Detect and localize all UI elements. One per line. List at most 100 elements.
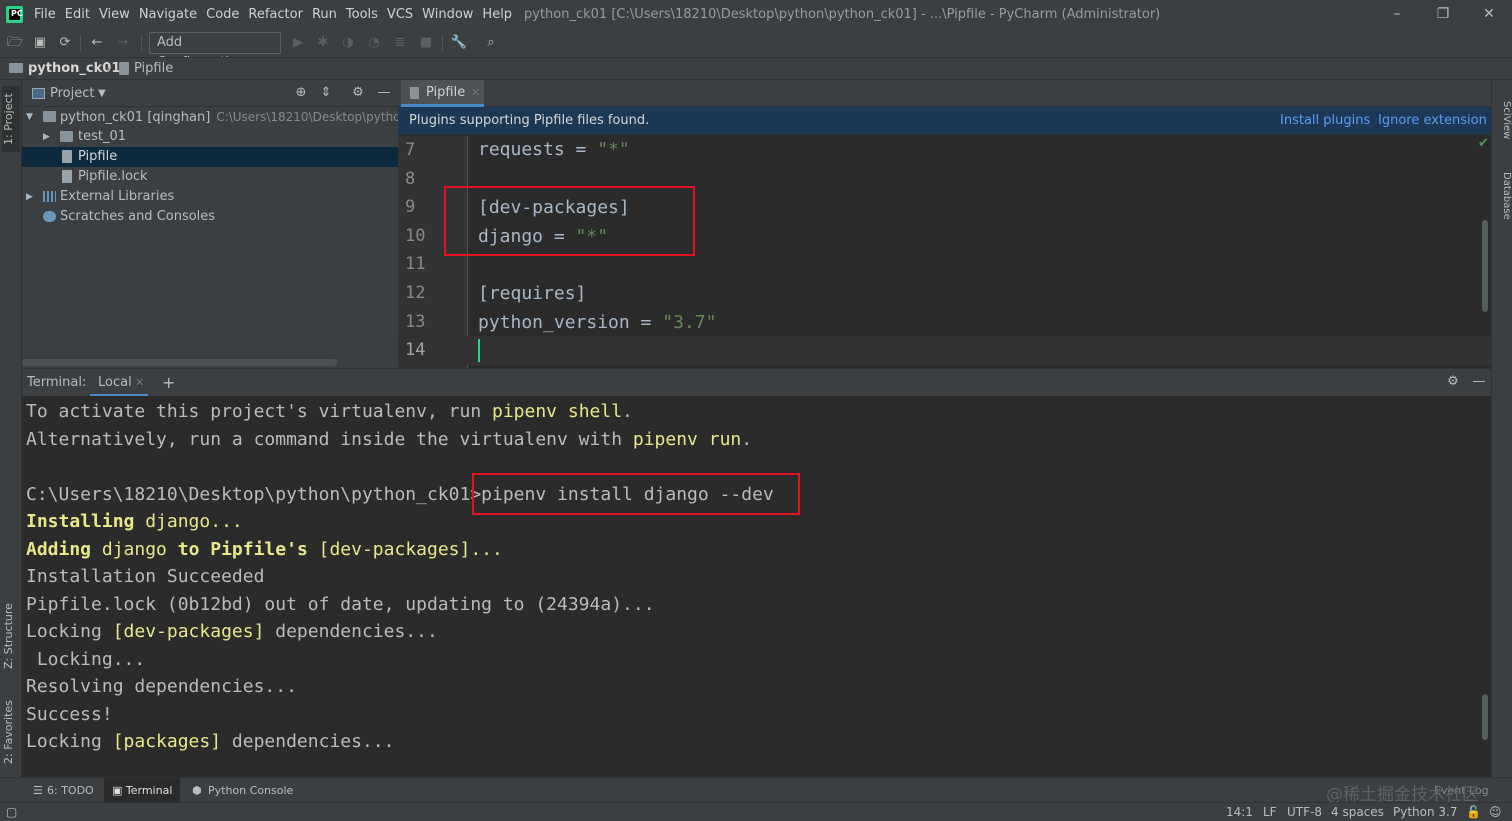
- menu-file[interactable]: File: [34, 0, 56, 29]
- profile-icon[interactable]: ◔: [365, 34, 383, 52]
- tree-item-test-01[interactable]: ▶ test_01: [22, 127, 398, 147]
- save-all-icon[interactable]: ▣: [31, 34, 49, 52]
- breadcrumb-file[interactable]: Pipfile: [134, 58, 173, 80]
- tree-label: External Libraries: [60, 189, 175, 204]
- open-folder-icon[interactable]: 🗁: [6, 34, 24, 52]
- project-panel-header: Project ▼ ⊕ ⇕ ⚙ —: [22, 80, 398, 107]
- menu-edit[interactable]: Edit: [65, 0, 90, 29]
- tab-database-tool[interactable]: Database: [1494, 164, 1512, 228]
- terminal-line: Locking [dev-packages] dependencies...: [26, 621, 438, 642]
- project-panel: Project ▼ ⊕ ⇕ ⚙ — ▼ python_ck01 [qinghan…: [22, 80, 420, 368]
- minimize-button[interactable]: –: [1374, 0, 1420, 29]
- tab-structure-tool[interactable]: Z: Structure: [2, 596, 20, 676]
- line-number: 12: [405, 283, 426, 303]
- hide-panel-icon[interactable]: —: [376, 85, 392, 101]
- code-line[interactable]: [requires]: [478, 280, 586, 309]
- close-icon[interactable]: ✕: [135, 369, 144, 396]
- close-window-button[interactable]: ✕: [1466, 0, 1512, 29]
- tree-item-pipfile[interactable]: Pipfile: [22, 147, 398, 167]
- tab-pipfile[interactable]: Pipfile ✕: [401, 80, 484, 107]
- vertical-scrollbar[interactable]: [1482, 220, 1488, 312]
- tab-project-tool[interactable]: 1: Project: [2, 86, 20, 152]
- sync-icon[interactable]: ⟳: [56, 34, 74, 52]
- forward-icon[interactable]: →: [114, 34, 132, 52]
- project-view-selector[interactable]: Project: [50, 80, 94, 107]
- terminal-panel: Terminal: Local ✕ + ⚙ — To activate this…: [22, 368, 1491, 777]
- restore-button[interactable]: ❐: [1420, 0, 1466, 29]
- editor-tab-bar: Pipfile ✕: [398, 80, 1491, 107]
- menu-bar: PC File Edit View Navigate Code Refactor…: [0, 0, 1512, 29]
- coverage-icon[interactable]: ◑: [339, 34, 357, 52]
- tab-todo[interactable]: 6: TODO: [47, 778, 94, 803]
- tab-sciview-tool[interactable]: SciView: [1494, 92, 1512, 148]
- right-tool-strip: SciView Database: [1491, 80, 1512, 777]
- highlight-box-command: [472, 473, 800, 515]
- menu-refactor[interactable]: Refactor: [248, 0, 303, 29]
- tab-label: Terminal: [125, 784, 173, 797]
- hide-panel-icon[interactable]: —: [1471, 374, 1487, 390]
- tab-favorites-tool[interactable]: 2: Favorites: [2, 692, 20, 772]
- python-interpreter[interactable]: Python 3.7: [1393, 803, 1458, 821]
- menu-window[interactable]: Window: [422, 0, 473, 29]
- banner-text: Plugins supporting Pipfile files found.: [409, 113, 650, 128]
- file-encoding[interactable]: UTF-8: [1287, 803, 1322, 821]
- menu-tools[interactable]: Tools: [346, 0, 378, 29]
- ignore-extension-link[interactable]: Ignore extension: [1378, 107, 1487, 134]
- scratches-icon: [43, 211, 56, 222]
- tool-windows-icon[interactable]: ▢: [6, 803, 17, 821]
- menu-items: File Edit View Navigate Code Refactor Ru…: [34, 0, 521, 29]
- collapse-all-icon[interactable]: ⇕: [318, 85, 334, 101]
- close-icon[interactable]: ✕: [471, 80, 480, 106]
- file-icon: [410, 87, 419, 99]
- line-number: 14: [398, 336, 468, 365]
- stop-icon[interactable]: ■: [417, 34, 435, 52]
- editor-area: Pipfile ✕ Plugins supporting Pipfile fil…: [398, 80, 1491, 368]
- folder-icon: [43, 111, 56, 122]
- menu-view[interactable]: View: [99, 0, 130, 29]
- locate-icon[interactable]: ⊕: [293, 85, 309, 101]
- add-configuration-button[interactable]: Add Configuration...: [149, 32, 281, 70]
- tree-item-pipfile-lock[interactable]: Pipfile.lock: [22, 167, 398, 187]
- caret-position[interactable]: 14:1: [1226, 803, 1253, 821]
- code-key: requests =: [478, 139, 598, 160]
- python-console-icon: ⬢: [192, 784, 202, 797]
- tab-terminal[interactable]: ▣ Terminal: [104, 778, 181, 803]
- menu-help[interactable]: Help: [482, 0, 512, 29]
- concurrency-icon[interactable]: ≣: [391, 34, 409, 52]
- line-number: 13: [405, 311, 426, 332]
- search-icon[interactable]: ⌕: [482, 34, 500, 52]
- tab-python-console[interactable]: Python Console: [208, 778, 293, 803]
- terminal-scrollbar[interactable]: [1482, 694, 1488, 740]
- debug-icon[interactable]: ✱: [314, 34, 332, 52]
- tree-item-scratches[interactable]: Scratches and Consoles: [22, 207, 398, 227]
- back-icon[interactable]: ←: [88, 34, 106, 52]
- tab-terminal-local[interactable]: Local ✕: [90, 369, 148, 396]
- tree-item-external-libraries[interactable]: ▶ External Libraries: [22, 187, 398, 207]
- settings-wrench-icon[interactable]: 🔧: [450, 34, 468, 52]
- current-line-highlight: [468, 336, 1491, 366]
- code-line[interactable]: requests = "*": [478, 136, 630, 165]
- expanded-arrow-icon[interactable]: ▼: [26, 107, 33, 127]
- menu-navigate[interactable]: Navigate: [139, 0, 197, 29]
- run-icon[interactable]: ▶: [289, 34, 307, 52]
- line-separator[interactable]: LF: [1263, 803, 1277, 821]
- menu-vcs[interactable]: VCS: [387, 0, 413, 29]
- inspector-icon[interactable]: ☺: [1489, 803, 1502, 821]
- lock-icon[interactable]: 🔓: [1466, 803, 1481, 821]
- tree-item-project-root[interactable]: ▼ python_ck01 [qinghan] C:\Users\18210\De…: [22, 107, 420, 127]
- terminal-line: Alternatively, run a command inside the …: [26, 429, 753, 450]
- collapsed-arrow-icon[interactable]: ▶: [26, 187, 33, 207]
- code-line[interactable]: python_version = "3.7": [478, 309, 716, 338]
- collapsed-arrow-icon[interactable]: ▶: [43, 127, 50, 147]
- highlight-box-dev-packages: [444, 186, 695, 256]
- new-terminal-icon[interactable]: +: [162, 369, 175, 396]
- gear-icon[interactable]: ⚙: [350, 85, 366, 101]
- menu-run[interactable]: Run: [312, 0, 337, 29]
- menu-code[interactable]: Code: [206, 0, 239, 29]
- indent-setting[interactable]: 4 spaces: [1331, 803, 1384, 821]
- horizontal-scrollbar[interactable]: [22, 359, 337, 366]
- project-view-icon: [32, 88, 45, 99]
- install-plugins-link[interactable]: Install plugins: [1280, 107, 1370, 134]
- gear-icon[interactable]: ⚙: [1445, 374, 1461, 390]
- chevron-down-icon[interactable]: ▼: [98, 80, 106, 107]
